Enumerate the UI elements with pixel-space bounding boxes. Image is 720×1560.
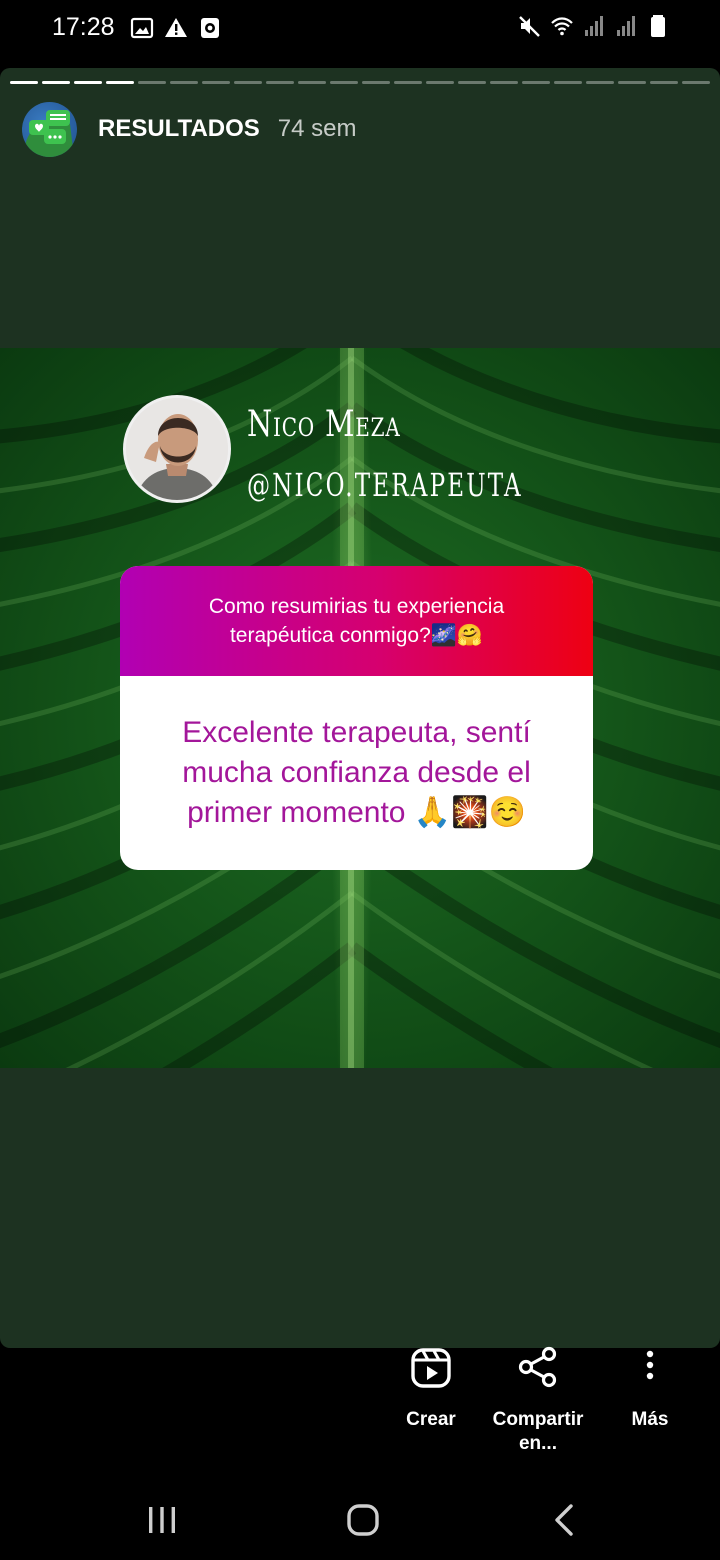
recent-apps-icon[interactable] xyxy=(142,1500,182,1540)
progress-segment xyxy=(554,81,582,84)
more-vertical-icon xyxy=(646,1350,654,1380)
person-portrait xyxy=(126,398,228,500)
create-button[interactable]: Crear xyxy=(376,1348,486,1432)
profile-photo xyxy=(123,395,231,503)
progress-segment xyxy=(202,81,230,84)
progress-segment xyxy=(234,81,262,84)
progress-segment xyxy=(330,81,358,84)
progress-segment xyxy=(586,81,614,84)
battery-icon xyxy=(651,15,665,37)
account-avatar[interactable] xyxy=(22,101,77,157)
question-answer-card: Como resumirias tu experiencia terapéuti… xyxy=(120,566,593,870)
more-label: Más xyxy=(631,1409,669,1430)
progress-segment xyxy=(682,81,710,84)
progress-segment xyxy=(170,81,198,84)
progress-segment xyxy=(298,81,326,84)
story-time-ago: 74 sem xyxy=(277,115,357,142)
mute-icon xyxy=(519,16,540,37)
wifi-icon xyxy=(551,17,573,36)
profile-handle: @nico.terapeuta xyxy=(247,466,523,504)
story-viewer[interactable]: RESULTADOS 74 sem Nico Meza @NICO.TERAPE… xyxy=(0,68,720,1348)
share-button[interactable]: Compartir en... xyxy=(481,1346,595,1456)
answer-text: Excelente terapeuta, sentí mucha confian… xyxy=(182,716,531,829)
signal-icon xyxy=(617,16,635,36)
navigation-bar xyxy=(0,1478,720,1560)
progress-segment xyxy=(650,81,678,84)
story-progress-bars xyxy=(10,81,710,85)
home-icon[interactable] xyxy=(343,1500,383,1540)
progress-segment xyxy=(362,81,390,84)
progress-segment xyxy=(42,81,70,84)
gallery-icon xyxy=(130,17,154,39)
chat-bubbles-icon xyxy=(22,109,74,157)
progress-segment xyxy=(106,81,134,84)
more-button[interactable]: Más xyxy=(595,1348,705,1432)
signal-icon xyxy=(585,16,603,36)
status-notification-icons xyxy=(130,16,222,40)
screen-record-icon xyxy=(201,18,219,38)
progress-segment xyxy=(426,81,454,84)
profile-name: Nico Meza xyxy=(247,404,401,445)
progress-segment xyxy=(10,81,38,84)
status-system-icons xyxy=(518,14,670,38)
back-icon[interactable] xyxy=(545,1500,585,1540)
share-icon xyxy=(518,1346,557,1388)
progress-segment xyxy=(522,81,550,84)
warning-icon xyxy=(165,18,187,37)
account-name[interactable]: RESULTADOS xyxy=(98,115,260,143)
progress-segment xyxy=(394,81,422,84)
create-label: Crear xyxy=(406,1409,456,1430)
progress-segment xyxy=(266,81,294,84)
reels-icon xyxy=(411,1348,451,1388)
progress-segment xyxy=(490,81,518,84)
question-text: Como resumirias tu experiencia terapéuti… xyxy=(120,566,593,676)
story-image: Nico Meza @nico.terapeuta Como resumiria… xyxy=(0,348,720,1068)
progress-segment xyxy=(458,81,486,84)
status-time: 17:28 xyxy=(52,13,115,41)
progress-segment xyxy=(74,81,102,84)
share-label: Compartir en... xyxy=(492,1409,584,1454)
progress-segment xyxy=(618,81,646,84)
progress-segment xyxy=(138,81,166,84)
status-bar: 17:28 xyxy=(0,0,720,60)
story-header: RESULTADOS 74 sem xyxy=(22,101,356,157)
story-actions: Crear Compartir en... Más xyxy=(0,1346,720,1478)
